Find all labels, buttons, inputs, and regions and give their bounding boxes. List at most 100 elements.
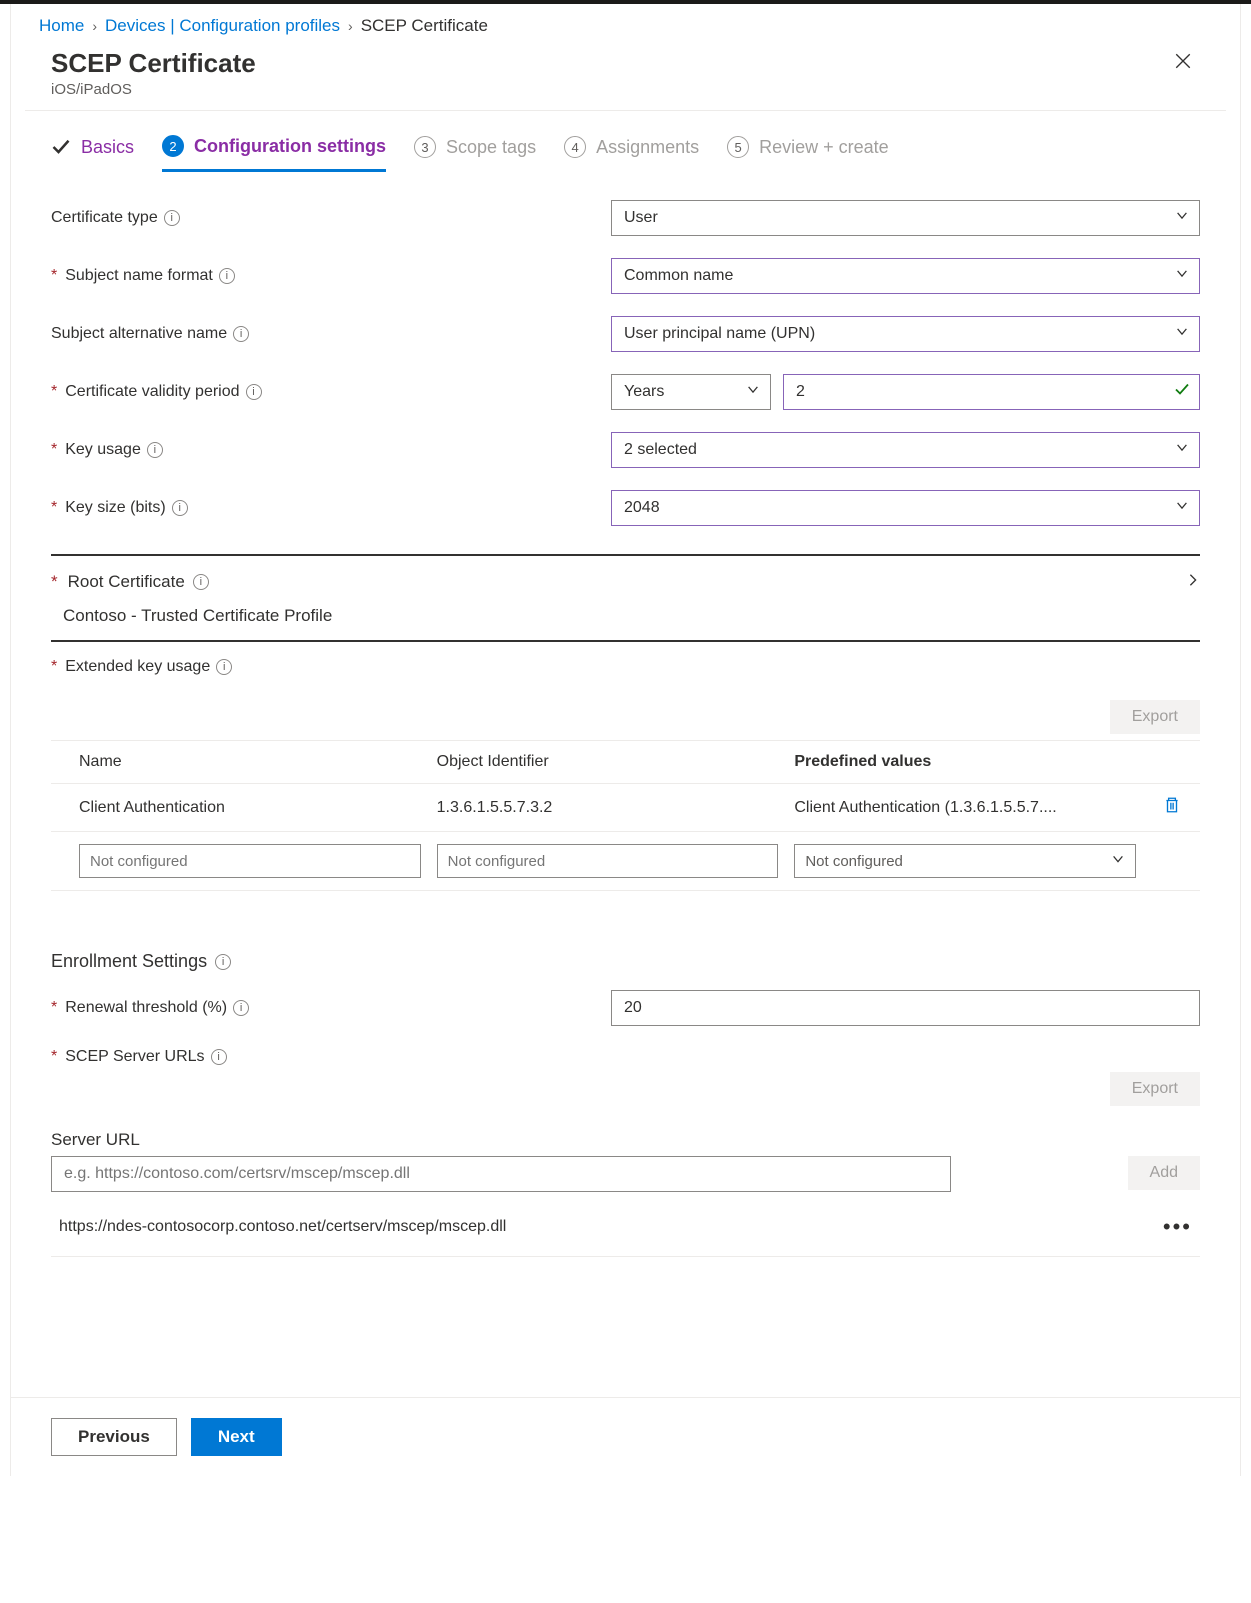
key-size-label: Key size (bits): [65, 499, 165, 517]
info-icon[interactable]: i: [216, 659, 232, 675]
required-indicator: *: [51, 441, 57, 459]
step-number-badge: 5: [727, 136, 749, 158]
delete-button[interactable]: [1152, 796, 1192, 819]
step-label: Basics: [81, 137, 134, 158]
export-button[interactable]: Export: [1110, 700, 1200, 734]
select-value: User principal name (UPN): [624, 325, 815, 343]
server-url-value: https://ndes-contosocorp.contoso.net/cer…: [59, 1218, 506, 1236]
eku-table: Name Object Identifier Predefined values…: [51, 740, 1200, 891]
chevron-right-icon: ›: [348, 18, 353, 34]
subject-name-format-label: Subject name format: [65, 267, 213, 285]
wizard-steps: Basics 2 Configuration settings 3 Scope …: [51, 135, 1200, 172]
breadcrumb: Home › Devices | Configuration profiles …: [11, 4, 1240, 42]
step-label: Review + create: [759, 137, 889, 158]
step-label: Scope tags: [446, 137, 536, 158]
add-button[interactable]: Add: [1128, 1156, 1200, 1190]
key-usage-label: Key usage: [65, 441, 141, 459]
export-button[interactable]: Export: [1110, 1072, 1200, 1106]
info-icon[interactable]: i: [246, 384, 262, 400]
info-icon[interactable]: i: [215, 954, 231, 970]
eku-oid-input[interactable]: [437, 844, 779, 878]
eku-oid: 1.3.6.1.5.5.7.3.2: [437, 799, 779, 817]
required-indicator: *: [51, 383, 57, 401]
info-icon[interactable]: i: [164, 210, 180, 226]
chevron-down-icon: [1175, 325, 1189, 344]
step-scope-tags[interactable]: 3 Scope tags: [414, 136, 536, 170]
san-select[interactable]: User principal name (UPN): [611, 316, 1200, 352]
col-oid: Object Identifier: [437, 753, 779, 771]
previous-button[interactable]: Previous: [51, 1418, 177, 1456]
table-row: Not configured: [51, 832, 1200, 891]
step-assignments[interactable]: 4 Assignments: [564, 136, 699, 170]
col-predefined: Predefined values: [794, 753, 1136, 771]
list-item: https://ndes-contosocorp.contoso.net/cer…: [51, 1192, 1200, 1257]
select-value: 2048: [624, 499, 660, 517]
step-label: Assignments: [596, 137, 699, 158]
extended-key-usage-label: Extended key usage: [65, 658, 210, 676]
info-icon[interactable]: i: [219, 268, 235, 284]
eku-predefined-select[interactable]: Not configured: [794, 844, 1136, 878]
required-indicator: *: [51, 1048, 57, 1066]
checkmark-icon: [1174, 382, 1190, 403]
validity-value-wrapper: [783, 374, 1200, 410]
san-label: Subject alternative name: [51, 325, 227, 343]
required-indicator: *: [51, 572, 58, 592]
chevron-down-icon: [1175, 209, 1189, 228]
info-icon[interactable]: i: [147, 442, 163, 458]
select-value: 2 selected: [624, 441, 697, 459]
col-name: Name: [79, 753, 421, 771]
root-certificate-value: Contoso - Trusted Certificate Profile: [51, 600, 1200, 636]
step-number-badge: 4: [564, 136, 586, 158]
server-url-input[interactable]: [51, 1156, 951, 1192]
breadcrumb-current: SCEP Certificate: [361, 16, 488, 36]
more-options-button[interactable]: •••: [1163, 1214, 1192, 1240]
wizard-footer: Previous Next: [11, 1397, 1240, 1476]
validity-unit-select[interactable]: Years: [611, 374, 771, 410]
table-header: Name Object Identifier Predefined values: [51, 741, 1200, 784]
eku-predefined: Client Authentication (1.3.6.1.5.5.7....: [794, 799, 1136, 817]
key-usage-select[interactable]: 2 selected: [611, 432, 1200, 468]
step-number-badge: 3: [414, 136, 436, 158]
checkmark-icon: [51, 137, 71, 157]
renewal-threshold-label: Renewal threshold (%): [65, 999, 227, 1017]
info-icon[interactable]: i: [233, 326, 249, 342]
info-icon[interactable]: i: [172, 500, 188, 516]
required-indicator: *: [51, 267, 57, 285]
info-icon[interactable]: i: [193, 574, 209, 590]
chevron-down-icon: [746, 383, 760, 402]
certificate-type-select[interactable]: User: [611, 200, 1200, 236]
chevron-down-icon: [1175, 499, 1189, 518]
select-value: Years: [624, 383, 664, 401]
scep-server-urls-label: SCEP Server URLs: [65, 1048, 204, 1066]
info-icon[interactable]: i: [233, 1000, 249, 1016]
eku-name-input[interactable]: [79, 844, 421, 878]
key-size-select[interactable]: 2048: [611, 490, 1200, 526]
page-subtitle: iOS/iPadOS: [51, 81, 256, 98]
step-configuration-settings[interactable]: 2 Configuration settings: [162, 135, 386, 172]
next-button[interactable]: Next: [191, 1418, 282, 1456]
validity-period-label: Certificate validity period: [65, 383, 239, 401]
eku-name: Client Authentication: [79, 799, 421, 817]
required-indicator: *: [51, 999, 57, 1017]
step-number-badge: 2: [162, 135, 184, 157]
chevron-down-icon: [1175, 267, 1189, 286]
select-value: User: [624, 209, 658, 227]
breadcrumb-devices[interactable]: Devices | Configuration profiles: [105, 16, 340, 36]
chevron-down-icon: [1111, 852, 1125, 870]
required-indicator: *: [51, 499, 57, 517]
step-label: Configuration settings: [194, 136, 386, 157]
subject-name-format-select[interactable]: Common name: [611, 258, 1200, 294]
renewal-threshold-input[interactable]: [611, 990, 1200, 1026]
validity-value-input[interactable]: [783, 374, 1200, 410]
chevron-down-icon: [1175, 441, 1189, 460]
close-button[interactable]: [1166, 48, 1200, 78]
root-certificate-row[interactable]: * Root Certificate i: [51, 568, 1200, 600]
breadcrumb-home[interactable]: Home: [39, 16, 84, 36]
chevron-right-icon: ›: [92, 18, 97, 34]
step-basics[interactable]: Basics: [51, 137, 134, 170]
enrollment-settings-title: Enrollment Settings: [51, 951, 207, 972]
table-row: Client Authentication 1.3.6.1.5.5.7.3.2 …: [51, 784, 1200, 832]
required-indicator: *: [51, 658, 57, 676]
step-review-create[interactable]: 5 Review + create: [727, 136, 889, 170]
info-icon[interactable]: i: [211, 1049, 227, 1065]
